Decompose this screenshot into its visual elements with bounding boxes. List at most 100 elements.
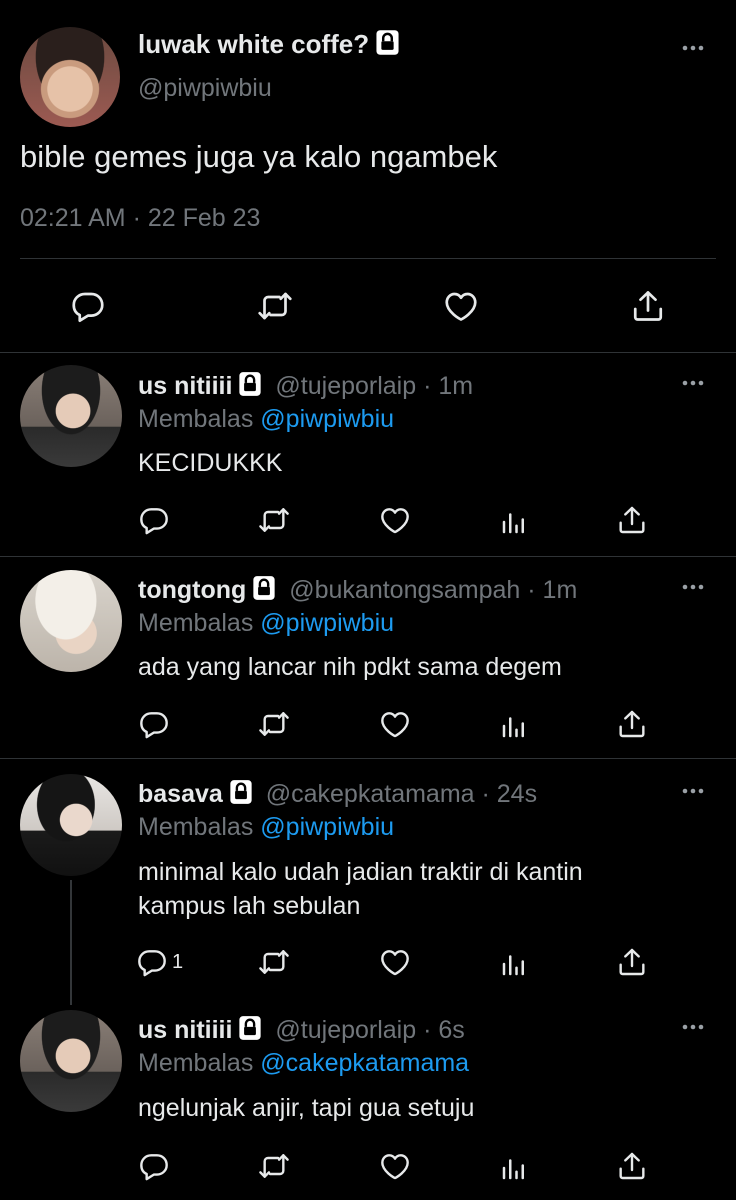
avatar[interactable]	[20, 774, 122, 876]
views-icon	[499, 1153, 529, 1183]
handle-time[interactable]: @tujeporlaip · 1m	[275, 372, 473, 400]
reply-context: Membalas @cakepkatamama	[138, 1047, 469, 1079]
reply-count: 1	[172, 950, 184, 973]
reply-icon	[70, 288, 106, 324]
user-header: basava @cakepkatamama · 24s	[138, 778, 537, 810]
handle-time[interactable]: @cakepkatamama · 24s	[266, 780, 537, 808]
retweet-button[interactable]	[256, 706, 292, 742]
reply-to-link[interactable]: @piwpiwbiu	[260, 813, 394, 841]
handle[interactable]: @piwpiwbiu	[138, 73, 272, 103]
like-icon	[379, 1150, 411, 1182]
more-icon	[681, 787, 705, 795]
like-button[interactable]	[441, 286, 481, 326]
share-button[interactable]	[614, 706, 650, 742]
share-button[interactable]	[614, 1148, 650, 1184]
reply-context: Membalas @piwpiwbiu	[138, 607, 394, 639]
tweet-text: ngelunjak anjir, tapi gua setuju	[138, 1094, 475, 1122]
retweet-icon	[258, 1150, 290, 1182]
share-button[interactable]	[614, 502, 650, 538]
more-options-button[interactable]	[678, 781, 708, 801]
like-icon	[379, 504, 411, 536]
more-options-button[interactable]	[678, 1017, 708, 1037]
reply-prefix: Membalas	[138, 1049, 254, 1077]
like-icon	[443, 288, 479, 324]
share-button[interactable]	[614, 944, 650, 980]
user-header: tongtong @bukantongsampah · 1m	[138, 574, 577, 606]
lock-icon	[252, 575, 276, 601]
reply-icon	[138, 1150, 170, 1182]
more-options-button[interactable]	[678, 38, 708, 58]
tweet-text: minimal kalo udah jadian traktir di kant…	[138, 855, 583, 923]
reply-button[interactable]	[136, 1148, 172, 1184]
reply-icon	[138, 504, 170, 536]
retweet-button[interactable]	[255, 286, 295, 326]
timestamp[interactable]: 02:21 AM · 22 Feb 23	[20, 202, 260, 234]
more-icon	[681, 1023, 705, 1031]
reply-to-link[interactable]: @cakepkatamama	[260, 1049, 469, 1077]
share-button[interactable]	[628, 286, 668, 326]
share-icon	[616, 1150, 648, 1182]
more-icon	[681, 379, 705, 387]
reply-icon	[138, 708, 170, 740]
reply-to-link[interactable]: @piwpiwbiu	[260, 405, 394, 433]
display-name[interactable]: basava	[138, 780, 223, 808]
divider	[20, 258, 716, 259]
share-icon	[616, 504, 648, 536]
retweet-icon	[258, 708, 290, 740]
reply-context: Membalas @piwpiwbiu	[138, 811, 394, 843]
reply-to-link[interactable]: @piwpiwbiu	[260, 609, 394, 637]
thread-connector-line	[70, 880, 72, 1005]
share-icon	[630, 288, 666, 324]
reply-prefix: Membalas	[138, 405, 254, 433]
avatar[interactable]	[20, 1010, 122, 1112]
avatar[interactable]	[20, 27, 120, 127]
tweet-text-line: kampus lah sebulan	[138, 892, 361, 920]
retweet-button[interactable]	[256, 944, 292, 980]
reply-context: Membalas @piwpiwbiu	[138, 403, 394, 435]
more-options-button[interactable]	[678, 373, 708, 393]
lock-icon	[238, 1015, 262, 1041]
user-header: us nitiiii @tujeporlaip · 6s	[138, 1014, 465, 1046]
views-button[interactable]	[496, 946, 532, 982]
reply-button[interactable]	[68, 286, 108, 326]
display-name[interactable]: us nitiiii	[138, 372, 232, 400]
handle-time[interactable]: @tujeporlaip · 6s	[275, 1016, 464, 1044]
retweet-button[interactable]	[256, 1148, 292, 1184]
reply-button[interactable]	[136, 706, 172, 742]
divider	[0, 352, 736, 353]
views-button[interactable]	[496, 1150, 532, 1186]
tweet-text: KECIDUKKK	[138, 449, 283, 477]
display-name[interactable]: tongtong	[138, 576, 246, 604]
like-button[interactable]	[377, 706, 413, 742]
tweet-text: bible gemes juga ya kalo ngambek	[20, 139, 498, 174]
share-icon	[616, 946, 648, 978]
user-header: us nitiiii @tujeporlaip · 1m	[138, 370, 473, 402]
share-icon	[616, 708, 648, 740]
handle-time[interactable]: @bukantongsampah · 1m	[289, 576, 577, 604]
more-icon	[681, 583, 705, 591]
reply-prefix: Membalas	[138, 813, 254, 841]
lock-icon	[375, 29, 400, 56]
tweet-text-line: minimal kalo udah jadian traktir di kant…	[138, 858, 583, 886]
lock-icon	[229, 779, 253, 805]
display-name[interactable]: luwak white coffe?	[138, 29, 369, 59]
like-icon	[379, 946, 411, 978]
retweet-icon	[258, 946, 290, 978]
retweet-button[interactable]	[256, 502, 292, 538]
avatar[interactable]	[20, 570, 122, 672]
like-button[interactable]	[377, 944, 413, 980]
reply-button[interactable]: 1	[136, 944, 196, 980]
display-name[interactable]: us nitiiii	[138, 1016, 232, 1044]
views-icon	[499, 949, 529, 979]
more-options-button[interactable]	[678, 577, 708, 597]
avatar[interactable]	[20, 365, 122, 467]
lock-icon	[238, 371, 262, 397]
views-icon	[499, 507, 529, 537]
reply-button[interactable]	[136, 502, 172, 538]
like-button[interactable]	[377, 1148, 413, 1184]
more-icon	[681, 44, 705, 52]
views-button[interactable]	[496, 708, 532, 744]
reply-prefix: Membalas	[138, 609, 254, 637]
views-button[interactable]	[496, 504, 532, 540]
like-button[interactable]	[377, 502, 413, 538]
